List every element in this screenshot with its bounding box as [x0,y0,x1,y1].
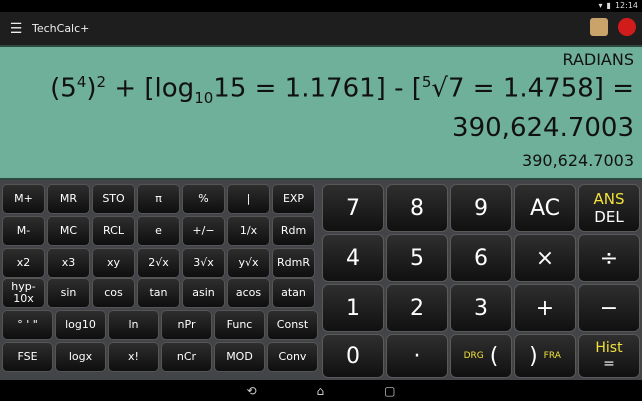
key-multiply[interactable]: × [514,234,576,282]
key-open-paren[interactable]: DRG( [450,334,512,378]
sci-key[interactable]: x3 [47,248,90,278]
sci-key[interactable]: y√x [227,248,270,278]
home-icon[interactable]: ⌂ [317,384,325,398]
key-minus[interactable]: − [578,284,640,332]
sci-key[interactable]: Const [267,310,318,340]
sci-key[interactable]: 3√x [182,248,225,278]
sci-key[interactable]: | [227,184,270,214]
expression: (54)2 + [log1015 = 1.1761] - [5√7 = 1.47… [50,73,634,107]
key-6[interactable]: 6 [450,234,512,282]
sci-key[interactable]: FSE [2,342,53,372]
sci-key[interactable]: π [137,184,180,214]
sci-key[interactable]: hyp-10x [2,278,45,308]
key-8[interactable]: 8 [386,184,448,232]
sci-key[interactable]: atan [272,278,315,308]
key-ans-del[interactable]: ANS DEL [578,184,640,232]
key-4[interactable]: 4 [322,234,384,282]
key-5[interactable]: 5 [386,234,448,282]
answer-line: 390,624.7003 [522,151,634,170]
sci-key[interactable]: 2√x [137,248,180,278]
sci-key[interactable]: RdmR [272,248,315,278]
key-1[interactable]: 1 [322,284,384,332]
key-3[interactable]: 3 [450,284,512,332]
app-toolbar: ☰ TechCalc+ [0,12,642,45]
sci-key[interactable]: tan [137,278,180,308]
sci-key[interactable]: ln [108,310,159,340]
sci-key[interactable]: log10 [55,310,106,340]
keypad: M+ MR STO π% | EXP M- MC RCL e +/− 1/x Rdm x2 x3 xy 2√x 3… [0,180,642,380]
key-hist-equals[interactable]: Hist = [578,334,640,378]
sci-key[interactable]: % [182,184,225,214]
key-0[interactable]: 0 [322,334,384,378]
status-bar: ▾ ▮ 12:14 [0,0,642,12]
sci-key[interactable]: asin [182,278,225,308]
sci-key[interactable]: EXP [272,184,315,214]
key-plus[interactable]: + [514,284,576,332]
key-ac[interactable]: AC [514,184,576,232]
sci-key[interactable]: e [137,216,180,246]
app-icon-1[interactable] [590,18,608,36]
sci-key[interactable]: STO [92,184,135,214]
sci-key[interactable]: sin [47,278,90,308]
sci-key[interactable]: Rdm [272,216,315,246]
key-close-paren[interactable]: ) FRA [514,334,576,378]
sci-key[interactable]: +/− [182,216,225,246]
sci-key[interactable]: acos [227,278,270,308]
sci-key[interactable]: Func [214,310,265,340]
recents-icon[interactable]: ▢ [384,384,395,398]
sci-key[interactable]: MOD [214,342,265,372]
sci-key[interactable]: M- [2,216,45,246]
key-2[interactable]: 2 [386,284,448,332]
sci-key[interactable]: M+ [2,184,45,214]
sci-key[interactable]: nPr [161,310,212,340]
sci-key[interactable]: xy [92,248,135,278]
sci-key[interactable]: 1/x [227,216,270,246]
result: 390,624.7003 [452,113,634,143]
sci-key[interactable]: x! [108,342,159,372]
battery-icon: ▮ [606,1,611,10]
scientific-keys: M+ MR STO π% | EXP M- MC RCL e +/− 1/x Rdm x2 x3 xy 2√x 3… [0,180,322,380]
angle-mode: RADIANS [562,50,634,69]
menu-icon[interactable]: ☰ [0,21,32,37]
wifi-icon: ▾ [598,1,603,10]
sci-key[interactable]: logx [55,342,106,372]
calculator-display: RADIANS (54)2 + [log1015 = 1.1761] - [5√… [0,45,642,180]
sci-key[interactable]: ° ' " [2,310,53,340]
sci-key[interactable]: Conv [267,342,318,372]
key-divide[interactable]: ÷ [578,234,640,282]
app-title: TechCalc+ [32,22,90,35]
back-icon[interactable]: ⟲ [246,384,256,398]
clock: 12:14 [614,1,638,10]
sci-key[interactable]: nCr [161,342,212,372]
sci-key[interactable]: cos [92,278,135,308]
key-9[interactable]: 9 [450,184,512,232]
key-7[interactable]: 7 [322,184,384,232]
nav-bar: ⟲ ⌂ ▢ [0,380,642,401]
app-icon-2[interactable] [618,18,636,36]
sci-key[interactable]: x2 [2,248,45,278]
sci-key[interactable]: MR [47,184,90,214]
key-decimal[interactable]: · [386,334,448,378]
sci-key[interactable]: MC [47,216,90,246]
sci-key[interactable]: RCL [92,216,135,246]
